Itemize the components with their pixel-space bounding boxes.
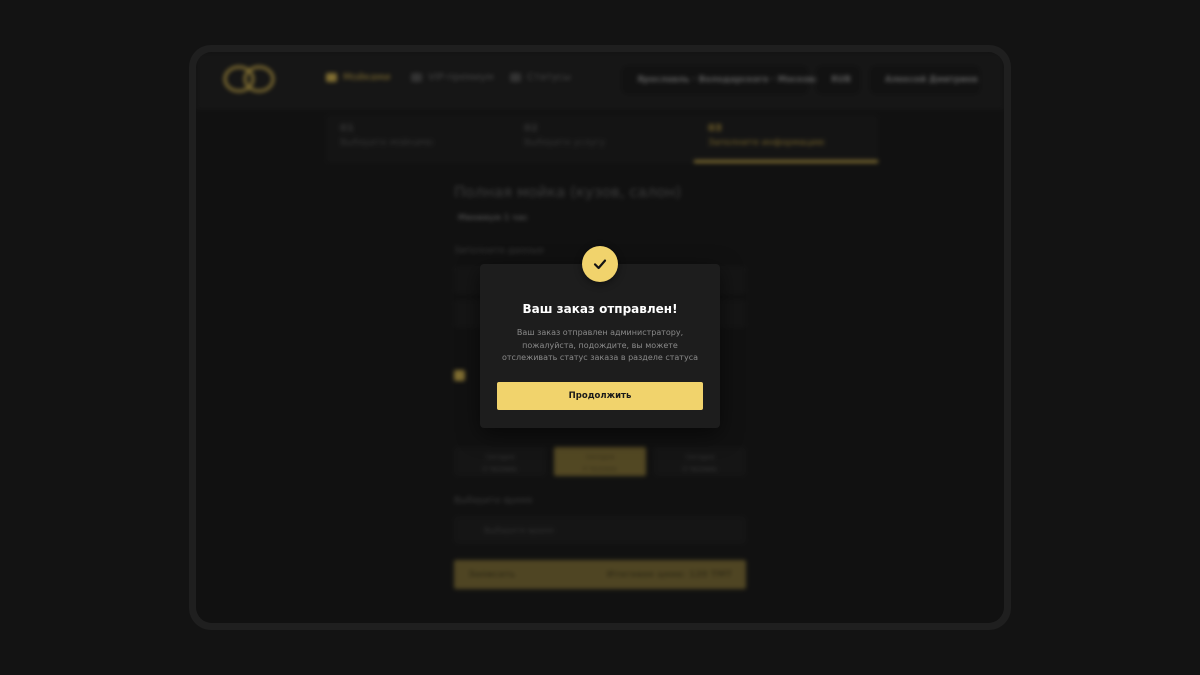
modal-message-line: пожалуйста, подождите, вы можете xyxy=(522,340,678,350)
modal-message-line: Ваш заказ отправлен администратору, xyxy=(516,328,684,337)
check-icon xyxy=(582,246,618,282)
modal-message-line: отслеживать статус заказа в разделе стат… xyxy=(502,353,698,362)
success-modal: Ваш заказ отправлен! Ваш заказ отправлен… xyxy=(480,246,720,428)
modal-message: Ваш заказ отправлен администратору, пожа… xyxy=(502,327,698,365)
stage: Мойками VIP-премиум Статусы Ярославль · … xyxy=(0,0,1200,675)
modal-title: Ваш заказ отправлен! xyxy=(522,302,678,316)
continue-button[interactable]: Продолжить xyxy=(497,382,703,410)
